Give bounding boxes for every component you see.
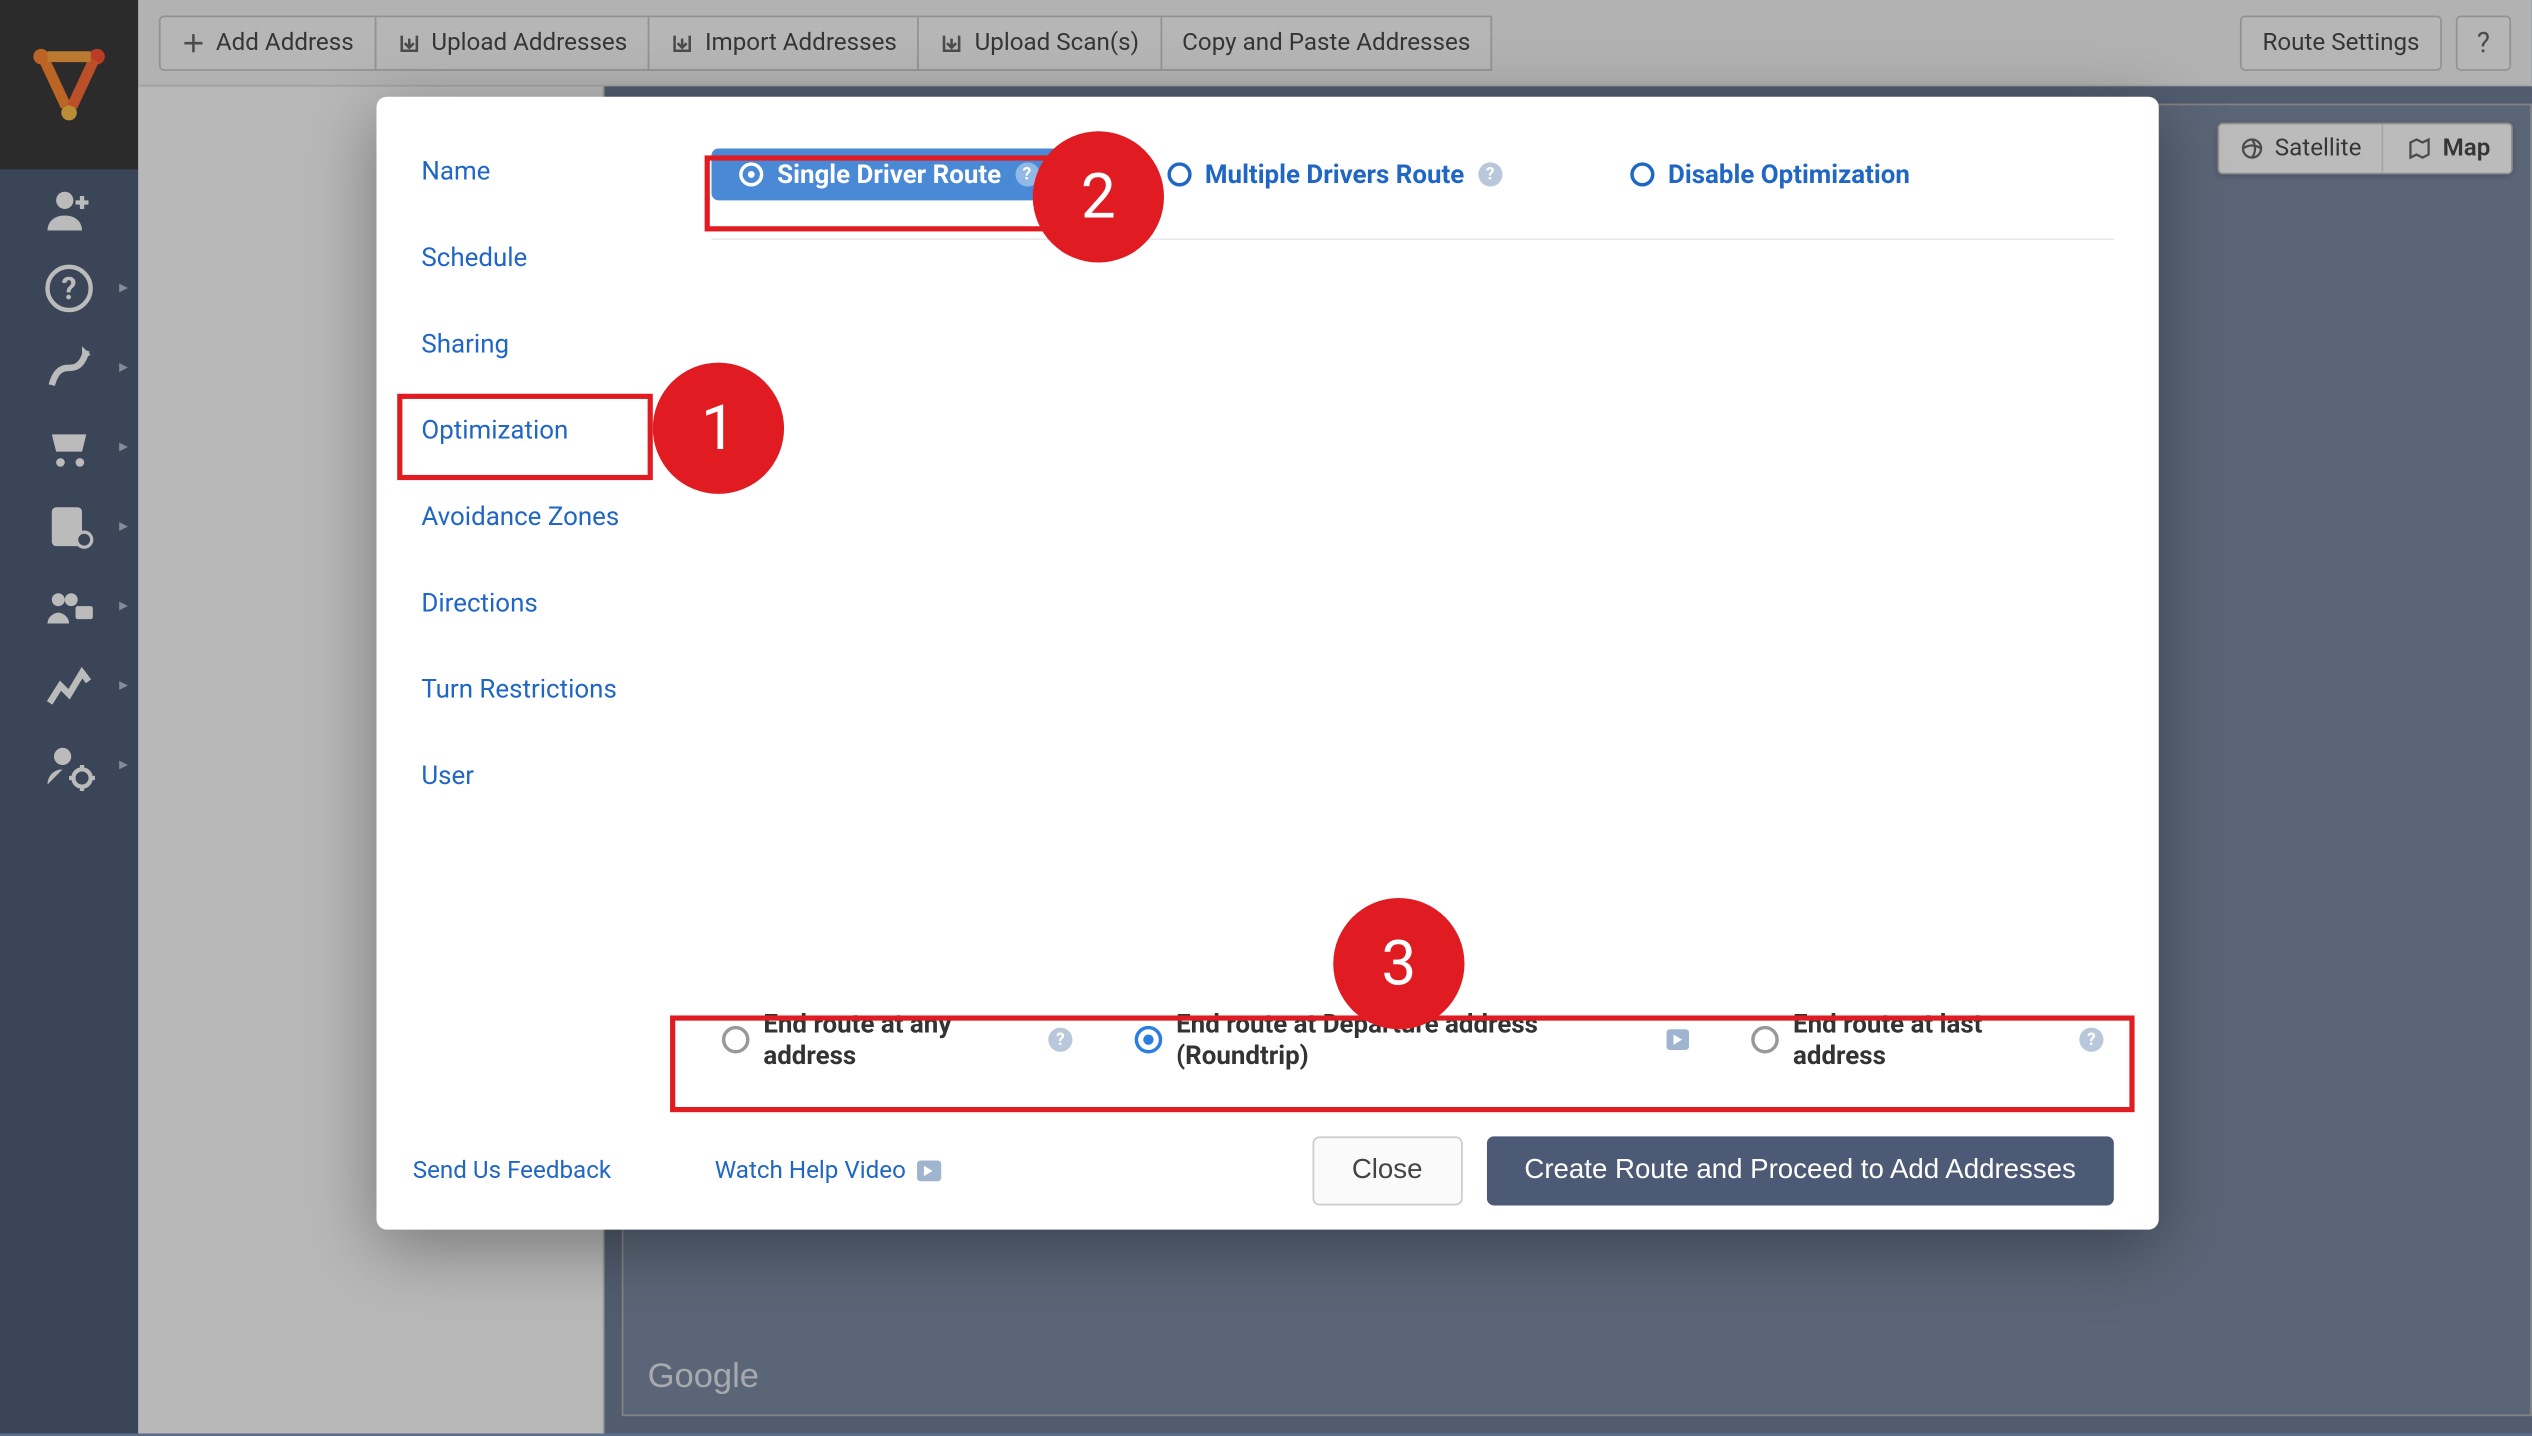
modal-tab-user[interactable]: User [421, 732, 659, 818]
send-feedback-link[interactable]: Send Us Feedback [413, 1157, 611, 1185]
end-any-option[interactable]: End route at any address ? [722, 1009, 1073, 1071]
modal-tab-optimization[interactable]: Optimization [421, 387, 659, 473]
radio-icon [1135, 1026, 1163, 1054]
modal-tab-avoidance[interactable]: Avoidance Zones [421, 473, 659, 559]
single-driver-option[interactable]: Single Driver Route ? [712, 149, 1067, 201]
close-button[interactable]: Close [1312, 1136, 1462, 1205]
disable-optimization-option[interactable]: Disable Optimization [1602, 149, 1937, 201]
modal-tab-turn[interactable]: Turn Restrictions [421, 646, 659, 732]
video-icon [916, 1161, 940, 1182]
modal-main: Single Driver Route ? Multiple Drivers R… [667, 97, 2159, 1230]
modal-tab-schedule[interactable]: Schedule [421, 214, 659, 300]
help-icon[interactable]: ? [2079, 1028, 2103, 1052]
watch-video-link[interactable]: Watch Help Video [715, 1157, 941, 1185]
end-last-label: End route at last address [1793, 1009, 2065, 1071]
end-roundtrip-label: End route at Departure address (Roundtri… [1176, 1009, 1652, 1071]
end-route-options-row: End route at any address ? End route at … [712, 988, 2114, 1092]
end-roundtrip-option[interactable]: End route at Departure address (Roundtri… [1135, 1009, 1690, 1071]
watch-video-label: Watch Help Video [715, 1157, 906, 1185]
end-any-label: End route at any address [763, 1009, 1034, 1071]
help-icon[interactable]: ? [1478, 162, 1502, 186]
modal-footer: Send Us Feedback Watch Help Video Close … [712, 1136, 2114, 1205]
disable-optimization-label: Disable Optimization [1668, 159, 1910, 190]
radio-icon [722, 1026, 750, 1054]
multiple-drivers-option[interactable]: Multiple Drivers Route ? [1139, 149, 1530, 201]
modal-sidebar: Name Schedule Sharing Optimization Avoid… [376, 97, 666, 1230]
end-last-option[interactable]: End route at last address ? [1752, 1009, 2104, 1071]
modal-tab-sharing[interactable]: Sharing [421, 300, 659, 386]
video-icon[interactable] [1666, 1029, 1689, 1050]
route-settings-modal: Name Schedule Sharing Optimization Avoid… [376, 97, 2158, 1230]
help-icon[interactable]: ? [1048, 1028, 1072, 1052]
single-driver-label: Single Driver Route [777, 159, 1001, 190]
driver-options-row: Single Driver Route ? Multiple Drivers R… [712, 128, 2114, 240]
modal-tab-name[interactable]: Name [421, 128, 659, 214]
multiple-drivers-label: Multiple Drivers Route [1205, 159, 1464, 190]
create-route-button[interactable]: Create Route and Proceed to Add Addresse… [1486, 1136, 2113, 1205]
help-icon[interactable]: ? [1015, 162, 1039, 186]
radio-icon [739, 162, 763, 186]
radio-icon [1167, 162, 1191, 186]
radio-icon [1630, 162, 1654, 186]
modal-tab-directions[interactable]: Directions [421, 560, 659, 646]
radio-icon [1752, 1026, 1780, 1054]
